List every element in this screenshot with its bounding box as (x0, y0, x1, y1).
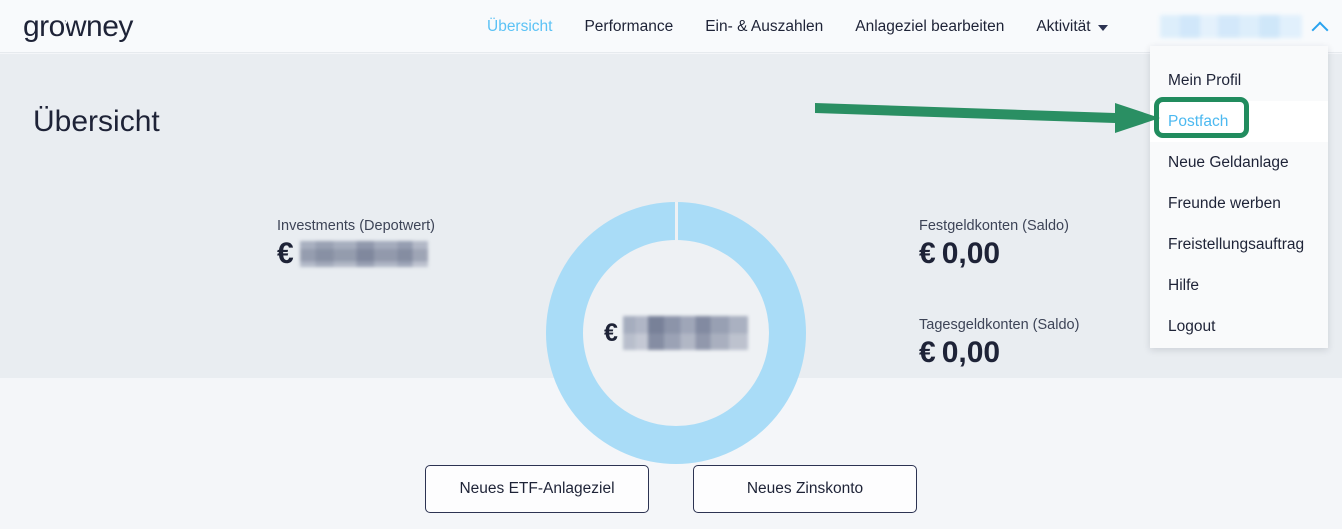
stat-investments-value: € (277, 235, 435, 273)
donut-redacted-amount (622, 316, 748, 350)
stat-festgeldkonten-currency: € (919, 237, 936, 270)
dropdown-item-mein-profil[interactable]: Mein Profil (1150, 60, 1328, 101)
nav-item-anlageziel-bearbeiten[interactable]: Anlageziel bearbeiten (839, 17, 1020, 37)
dropdown-item-logout[interactable]: Logout (1150, 306, 1328, 347)
stat-investments: Investments (Depotwert) € (277, 217, 435, 273)
growney-logo[interactable]: growney (23, 8, 133, 46)
stat-investments-redacted-amount (299, 241, 428, 267)
logo-w-mark: w (65, 8, 87, 46)
page-title: Übersicht (33, 105, 160, 138)
stat-tagesgeldkonten-label: Tagesgeldkonten (Saldo) (919, 317, 1080, 333)
user-menu-toggle[interactable] (1160, 15, 1330, 38)
stat-tagesgeldkonten-currency: € (919, 336, 936, 369)
user-dropdown-menu: Mein Profil Postfach Neue Geldanlage Fre… (1150, 46, 1328, 348)
stat-investments-label: Investments (Depotwert) (277, 218, 435, 234)
chevron-up-icon[interactable] (1312, 18, 1330, 36)
chevron-down-icon (1097, 25, 1108, 31)
stat-festgeldkonten-label: Festgeldkonten (Saldo) (919, 218, 1069, 234)
stat-festgeldkonten: Festgeldkonten (Saldo) € 0,00 (919, 217, 1069, 273)
stat-tagesgeldkonten: Tagesgeldkonten (Saldo) € 0,00 (919, 316, 1079, 372)
top-header: growney Übersicht Performance Ein- & Aus… (0, 0, 1342, 53)
new-etf-goal-button[interactable]: Neues ETF-Anlageziel (425, 465, 649, 513)
dropdown-item-freistellungsauftrag[interactable]: Freistellungsauftrag (1150, 224, 1328, 265)
nav-item-performance[interactable]: Performance (568, 17, 689, 37)
dropdown-item-neue-geldanlage[interactable]: Neue Geldanlage (1150, 142, 1328, 183)
logo-text-part2: ney (86, 10, 133, 43)
new-interest-account-button[interactable]: Neues Zinskonto (693, 465, 917, 513)
overview-panel: Übersicht Investments (Depotwert) € € Fe… (0, 54, 1342, 464)
nav-item-uebersicht[interactable]: Übersicht (487, 17, 568, 37)
growney-overview-page: growney Übersicht Performance Ein- & Aus… (0, 0, 1342, 529)
nav-item-ein-auszahlen[interactable]: Ein- & Auszahlen (689, 17, 839, 37)
portfolio-donut-chart: € (546, 202, 806, 464)
dropdown-item-freunde-werben[interactable]: Freunde werben (1150, 183, 1328, 224)
stat-festgeldkonten-value: € 0,00 (919, 235, 1069, 273)
nav-item-aktivitaet[interactable]: Aktivität (1020, 17, 1123, 37)
dropdown-item-postfach[interactable]: Postfach (1150, 101, 1328, 142)
logo-text-part1: gro (23, 10, 65, 43)
stat-tagesgeldkonten-value: € 0,00 (919, 334, 1079, 372)
action-button-row: Neues ETF-Anlageziel Neues Zinskonto (0, 465, 1342, 513)
donut-center-value: € (546, 202, 806, 464)
username-redacted (1160, 15, 1302, 38)
main-navigation: Übersicht Performance Ein- & Auszahlen A… (487, 17, 1124, 37)
dropdown-item-hilfe[interactable]: Hilfe (1150, 265, 1328, 306)
stat-investments-currency: € (277, 237, 294, 270)
stat-festgeldkonten-amount: 0,00 (941, 237, 1001, 270)
donut-currency: € (604, 319, 618, 347)
stat-tagesgeldkonten-amount: 0,00 (941, 336, 1001, 369)
nav-item-aktivitaet-label: Aktivität (1036, 18, 1091, 35)
